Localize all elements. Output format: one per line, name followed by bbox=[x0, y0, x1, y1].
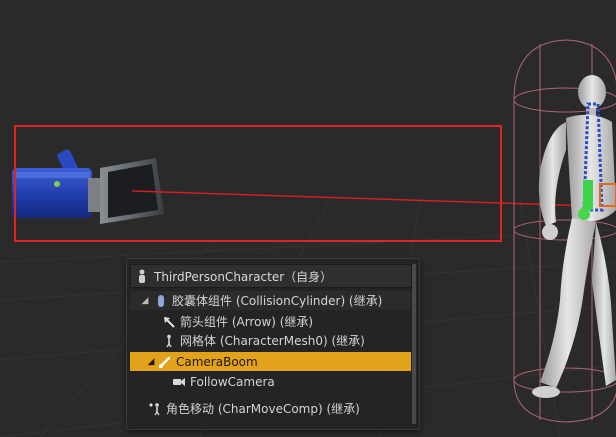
component-label: 网格体 (CharacterMesh0) (继承) bbox=[180, 334, 365, 348]
spring-arm-line bbox=[131, 190, 593, 207]
component-row-charmovecomp[interactable]: 角色移动 (CharMoveComp) (继承) bbox=[130, 399, 411, 418]
skeletal-mesh-icon bbox=[162, 334, 176, 348]
components-root-row[interactable]: ThirdPersonCharacter（自身） bbox=[130, 264, 412, 288]
panel-scrollbar[interactable] bbox=[412, 264, 416, 424]
component-row-charactermesh[interactable]: 网格体 (CharacterMesh0) (继承) bbox=[130, 331, 411, 350]
component-label: FollowCamera bbox=[190, 374, 275, 389]
components-panel: ThirdPersonCharacter（自身） ◢ 胶囊体组件 (Collis… bbox=[126, 258, 420, 430]
follow-camera-mesh[interactable] bbox=[12, 148, 164, 224]
component-row-arrow[interactable]: 箭头组件 (Arrow) (继承) bbox=[130, 312, 411, 331]
component-label: 角色移动 (CharMoveComp) (继承) bbox=[166, 402, 360, 416]
expand-arrow-icon[interactable]: ◢ bbox=[146, 357, 156, 367]
root-component-label: ThirdPersonCharacter（自身） bbox=[154, 269, 333, 284]
component-row-collisioncylinder[interactable]: ◢ 胶囊体组件 (CollisionCylinder) (继承) bbox=[130, 291, 411, 310]
person-icon bbox=[136, 269, 148, 283]
component-label: 胶囊体组件 (CollisionCylinder) (继承) bbox=[172, 294, 383, 308]
component-label: CameraBoom bbox=[176, 354, 258, 369]
arrow-component-icon bbox=[162, 315, 176, 329]
spring-arm-icon bbox=[158, 355, 172, 369]
component-row-followcamera[interactable]: FollowCamera bbox=[130, 372, 411, 391]
capsule-icon bbox=[154, 294, 168, 308]
component-row-cameraboom[interactable]: ◢ CameraBoom bbox=[130, 352, 411, 371]
component-label: 箭头组件 (Arrow) (继承) bbox=[180, 315, 314, 329]
movement-icon bbox=[148, 402, 162, 416]
expand-arrow-icon[interactable]: ◢ bbox=[140, 296, 150, 306]
camera-icon bbox=[172, 375, 186, 389]
